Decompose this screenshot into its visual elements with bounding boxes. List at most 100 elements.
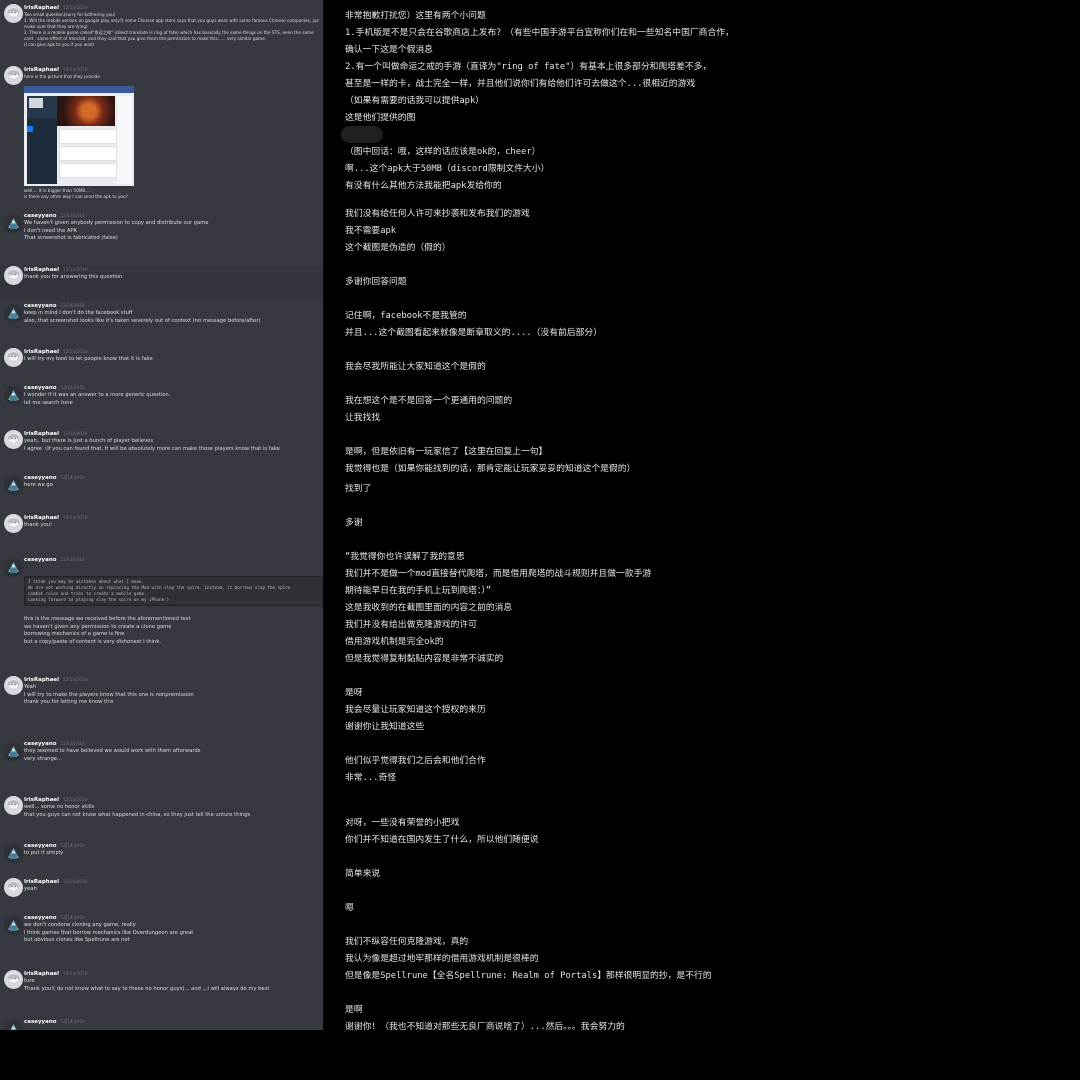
casey-dragon-avatar-icon[interactable] (4, 916, 23, 935)
username[interactable]: IrisRaphael 12/14/2018 (24, 4, 319, 12)
message-line: thank you! (24, 522, 53, 528)
username-text[interactable]: IrisRaphael (24, 267, 59, 273)
username-text[interactable]: caseyyano (24, 915, 57, 921)
anime-girl-avatar-icon[interactable] (4, 514, 23, 533)
post-card (59, 129, 117, 144)
translation-line: 这个截图是伪造的（假的） (345, 243, 451, 253)
translation-line: 我觉得也是（如果你能找到的话，那肯定能让玩家妥妥的知道这个是假的） (345, 464, 636, 474)
username[interactable]: IrisRaphael 12/14/2018 (24, 514, 319, 522)
username-text[interactable]: IrisRaphael (24, 797, 59, 803)
timestamp: 12/14/2018 (63, 879, 88, 884)
username[interactable]: IrisRaphael 12/14/2018 (24, 66, 319, 74)
username-text[interactable]: caseyyano (24, 843, 57, 849)
timestamp: 12/14/2018 (63, 515, 88, 520)
casey-dragon-avatar-icon[interactable] (4, 844, 23, 863)
message-line: they seemed to have believed we would wo… (24, 748, 201, 754)
translation-line: 我认为像是超过地牢那样的借用游戏机制是很棒的 (345, 954, 539, 964)
anime-girl-avatar-icon[interactable] (4, 676, 23, 695)
username[interactable]: IrisRaphael 12/14/2018 (24, 348, 319, 356)
translation-line: 他们似乎觉得我们之后会和他们合作 (345, 756, 486, 766)
translation-line: 啊...这个apk大于50MB（discord限制文件大小） (345, 164, 550, 174)
chat-message: IrisRaphael 12/14/2018 I will try my best … (0, 348, 323, 384)
anime-girl-avatar-icon[interactable] (4, 878, 23, 897)
username[interactable]: IrisRaphael 12/14/2018 (24, 970, 319, 978)
message-body: IrisRaphael 12/14/2018 yeah (24, 878, 319, 894)
chat-message: caseyyano 12/14/2018 I think you may be mi… (0, 556, 323, 668)
username[interactable]: caseyyano 12/14/2018 (24, 556, 319, 564)
chat-message: caseyyano 12/14/2018 they seemed to have b… (0, 740, 323, 786)
message-line: here we go (24, 482, 53, 488)
translation-line: 期待能早日在我的手机上玩到爬塔：）” (345, 586, 492, 596)
message-line: We haven't given anybody permission to c… (24, 220, 209, 226)
username-text[interactable]: IrisRaphael (24, 677, 59, 683)
username[interactable]: IrisRaphael 12/14/2018 (24, 676, 319, 684)
message-body: well.... it is bigger than 50MB... . is t… (24, 188, 319, 200)
translation-line: 对呀，一些没有荣誉的小把戏 (345, 818, 460, 828)
anime-girl-avatar-icon[interactable] (4, 430, 23, 449)
username-text[interactable]: caseyyano (24, 213, 57, 219)
username-text[interactable]: caseyyano (24, 385, 57, 391)
anime-girl-avatar-icon[interactable] (4, 796, 23, 815)
casey-dragon-avatar-icon[interactable] (4, 1020, 23, 1030)
message-body: caseyyano 12/14/2018 (24, 556, 319, 564)
username-text[interactable]: caseyyano (24, 1019, 57, 1025)
username[interactable]: IrisRaphael 12/14/2018 (24, 266, 319, 274)
username[interactable]: caseyyano 12/14/2018 (24, 914, 319, 922)
username[interactable]: IrisRaphael 12/14/2018 (24, 796, 319, 804)
message-body: caseyyano 12/14/2018 we don't condone clon… (24, 914, 319, 945)
username-text[interactable]: IrisRaphael (24, 431, 59, 437)
anime-girl-avatar-icon[interactable] (4, 970, 23, 989)
translation-line: 有没有什么其他方法我能把apk发给你的 (345, 181, 502, 191)
casey-dragon-avatar-icon[interactable] (4, 386, 23, 405)
chat-message: caseyyano 12/14/2018 (0, 1018, 323, 1030)
username-text[interactable]: caseyyano (24, 557, 57, 563)
translation-line: （图中回话：哦，这样的话应该是ok的，cheer） (345, 147, 541, 157)
username[interactable]: caseyyano 12/14/2018 (24, 302, 319, 310)
translation-line: 非常...奇怪 (345, 773, 397, 783)
message-body: IrisRaphael 12/14/2018 I will try my best … (24, 348, 319, 364)
username-text[interactable]: IrisRaphael (24, 971, 59, 977)
message-line: borrowing mechanics of a game is fine (24, 631, 125, 638)
chat-message: caseyyano 12/14/2018 I wonder if it was an… (0, 384, 323, 428)
timestamp: 12/14/2018 (60, 385, 85, 390)
username[interactable]: caseyyano 12/14/2018 (24, 842, 319, 850)
casey-dragon-avatar-icon[interactable] (4, 558, 23, 577)
translation-line: 谢谢你！（我也不知道对那些无良厂商说啥了）...然后。。。我会努力的 (345, 1022, 625, 1030)
attached-screenshot[interactable] (24, 86, 134, 186)
username-text[interactable]: IrisRaphael (24, 67, 59, 73)
anime-girl-avatar-icon[interactable] (4, 348, 23, 367)
code-block: I think you may be mistaken about what I… (24, 576, 323, 606)
message-body: caseyyano 12/14/2018 We haven't given anyb… (24, 212, 319, 243)
casey-dragon-avatar-icon[interactable] (4, 476, 23, 495)
timestamp: 12/14/2018 (63, 267, 88, 272)
username-text[interactable]: caseyyano (24, 741, 57, 747)
post-card (59, 146, 117, 161)
message-body: caseyyano 12/14/2018 keep in mind I don't … (24, 302, 319, 325)
username[interactable]: caseyyano 12/14/2018 (24, 1018, 319, 1026)
username-text[interactable]: IrisRaphael (24, 879, 59, 885)
casey-dragon-avatar-icon[interactable] (4, 742, 23, 761)
casey-dragon-avatar-icon[interactable] (4, 214, 23, 233)
message-line: ture (24, 978, 35, 984)
username-text[interactable]: IrisRaphael (24, 5, 59, 11)
message-line: (I can give apk to you if you want (24, 42, 95, 47)
casey-dragon-avatar-icon[interactable] (4, 304, 23, 323)
anime-girl-avatar-icon[interactable] (4, 66, 23, 85)
message-line: That screenshot is fabricated (false) (24, 235, 118, 242)
translation-line: 我会尽我所能让大家知道这个是假的 (345, 362, 486, 372)
anime-girl-avatar-icon[interactable] (4, 266, 23, 285)
username[interactable]: IrisRaphael 12/14/2018 (24, 430, 319, 438)
message-line: Thank you!( do not know what to say to t… (24, 985, 270, 992)
username-text[interactable]: IrisRaphael (24, 349, 59, 355)
username[interactable]: caseyyano 12/14/2018 (24, 384, 319, 392)
username[interactable]: caseyyano 12/14/2018 (24, 212, 319, 220)
anime-girl-avatar-icon[interactable] (4, 4, 23, 23)
username-text[interactable]: caseyyano (24, 303, 57, 309)
username[interactable]: IrisRaphael 12/14/2018 (24, 878, 319, 886)
message-line: let me search here (24, 399, 73, 406)
username[interactable]: caseyyano 12/14/2018 (24, 740, 319, 748)
username[interactable]: caseyyano 12/14/2018 (24, 474, 319, 482)
username-text[interactable]: IrisRaphael (24, 515, 59, 521)
username-text[interactable]: caseyyano (24, 475, 57, 481)
translation-line: 1.手机版是不是只会在谷歌商店上发布？（有些中国手游平台宣称你们在和一些知名中国… (345, 28, 734, 38)
